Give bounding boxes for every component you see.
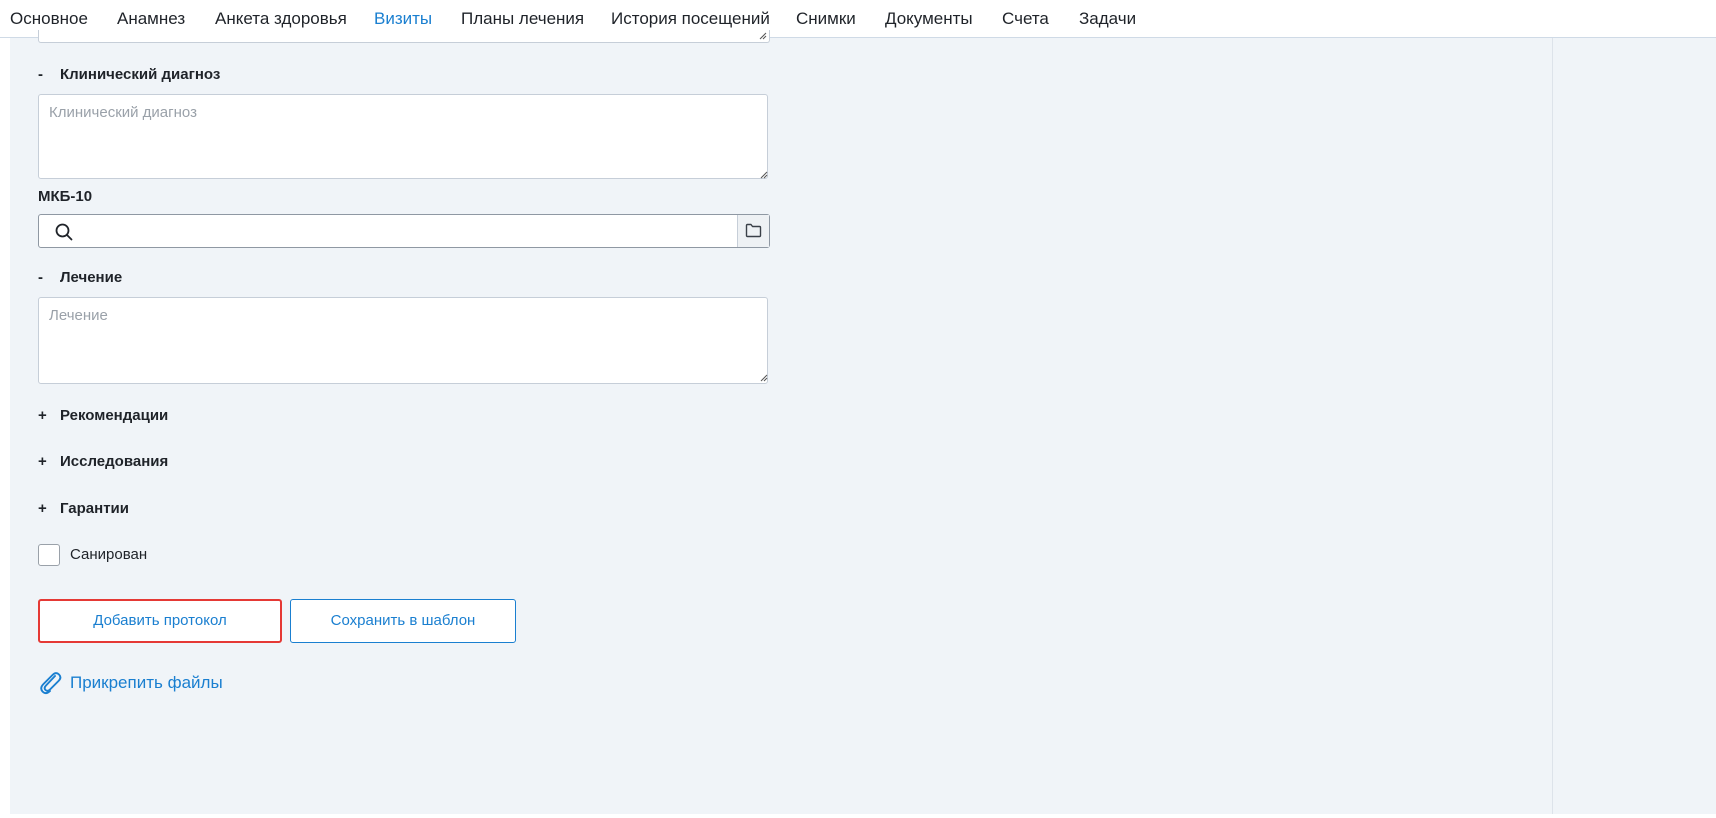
tab-visit-history[interactable]: История посещений [611, 9, 770, 29]
treatment-textarea[interactable] [38, 297, 768, 384]
save-template-button[interactable]: Сохранить в шаблон [290, 599, 516, 643]
paperclip-icon [40, 672, 62, 695]
guarantees-section-toggle[interactable]: + Гарантии [38, 500, 129, 518]
tab-images[interactable]: Снимки [796, 9, 856, 29]
icd10-label: МКБ-10 [38, 188, 93, 205]
diagnosis-section-toggle[interactable]: - Клинический диагноз [38, 66, 220, 84]
recommendations-section-title: Рекомендации [60, 407, 169, 424]
recommendations-section-toggle[interactable]: + Рекомендации [38, 407, 168, 425]
previous-textarea-edge[interactable] [38, 30, 770, 43]
page-scrollbar[interactable] [1552, 38, 1561, 814]
tab-tasks[interactable]: Задачи [1079, 9, 1136, 29]
tab-anamnesis[interactable]: Анамнез [117, 9, 185, 29]
expand-sign: + [38, 500, 47, 517]
icd10-catalog-button[interactable] [737, 215, 769, 247]
tab-visits[interactable]: Визиты [374, 9, 433, 38]
collapse-sign: - [38, 66, 43, 83]
treatment-section-title: Лечение [60, 269, 123, 286]
tab-treatment-plans[interactable]: Планы лечения [461, 9, 584, 29]
expand-sign: + [38, 407, 47, 424]
icd10-search-input[interactable] [85, 215, 729, 249]
attach-files-label: Прикрепить файлы [70, 673, 223, 692]
tab-documents[interactable]: Документы [885, 9, 973, 29]
diagnosis-textarea[interactable] [38, 94, 768, 179]
sanitized-checkbox[interactable] [38, 544, 60, 566]
resize-grip-icon [759, 32, 767, 40]
icd10-search-field [38, 214, 770, 249]
tab-health-form[interactable]: Анкета здоровья [215, 9, 347, 29]
research-section-title: Исследования [60, 453, 169, 470]
diagnosis-section-title: Клинический диагноз [60, 66, 221, 83]
tab-main[interactable]: Основное [10, 9, 88, 29]
folder-icon [745, 223, 762, 238]
treatment-section-toggle[interactable]: - Лечение [38, 269, 122, 287]
guarantees-section-title: Гарантии [60, 500, 130, 517]
collapse-sign: - [38, 269, 43, 286]
sanitized-checkbox-label[interactable]: Санирован [70, 546, 147, 564]
tab-invoices[interactable]: Счета [1002, 9, 1049, 29]
add-protocol-button[interactable]: Добавить протокол [38, 599, 282, 643]
research-section-toggle[interactable]: + Исследования [38, 453, 168, 471]
search-icon [55, 223, 73, 241]
expand-sign: + [38, 453, 47, 470]
